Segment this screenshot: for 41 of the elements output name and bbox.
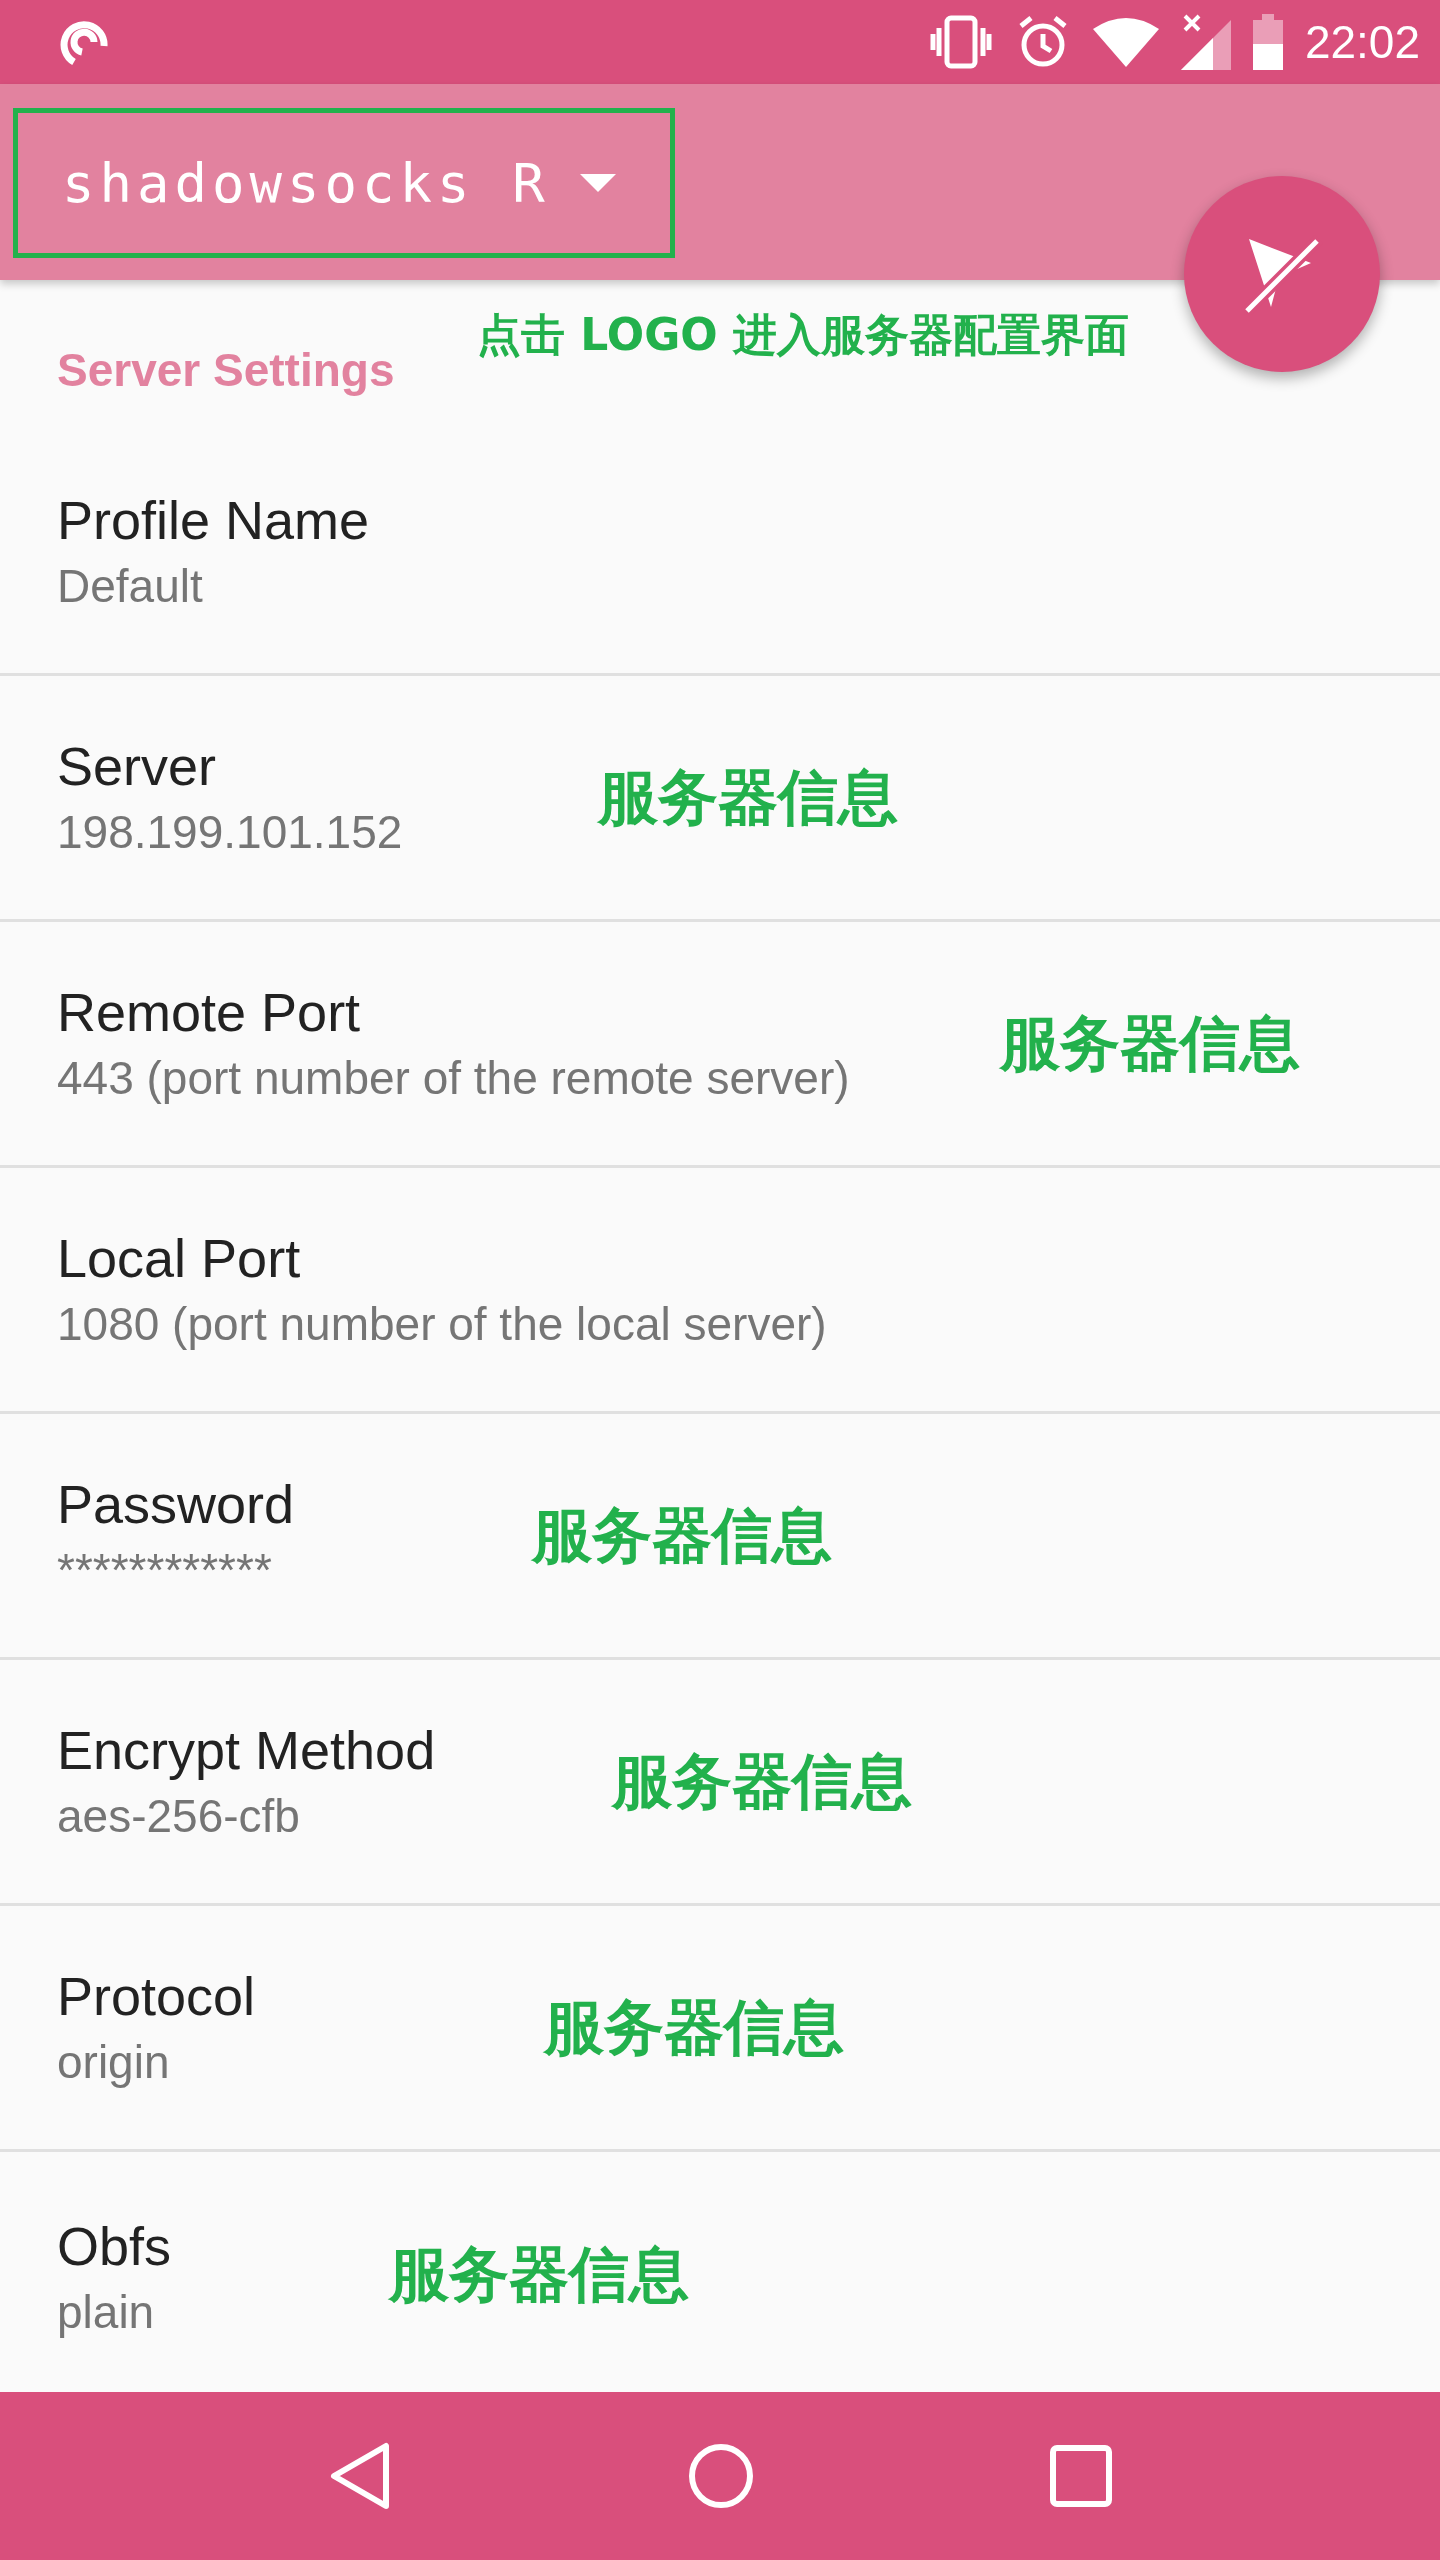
annotation-text: 服务器信息 xyxy=(532,1498,832,1571)
recents-button[interactable] xyxy=(1050,2445,1113,2507)
setting-value: Default xyxy=(57,558,203,614)
setting-title: Protocol xyxy=(57,1964,256,2028)
settings-row[interactable]: Remote Port 443 (port number of the remote server) 服务器信息 xyxy=(0,922,1440,1168)
annotation-text: 服务器信息 xyxy=(544,1990,844,2063)
setting-title: Remote Port xyxy=(57,980,361,1044)
setting-title: Encrypt Method xyxy=(57,1718,436,1782)
settings-row[interactable]: Server 198.199.101.152 服务器信息 xyxy=(0,676,1440,922)
dropdown-caret-icon xyxy=(579,174,616,192)
annotation-text: 服务器信息 xyxy=(612,1744,912,1817)
settings-row[interactable]: Encrypt Method aes-256-cfb 服务器信息 xyxy=(0,1660,1440,1906)
section-title: Server Settings xyxy=(57,343,395,397)
signal-icon xyxy=(1180,14,1231,70)
annotation-text: 点击 LOGO 进入服务器配置界面 xyxy=(477,308,1130,362)
annotation-text: 服务器信息 xyxy=(598,760,898,833)
settings-row[interactable]: Local Port 1080 (port number of the local server) xyxy=(0,1168,1440,1414)
clock-time: 22:02 xyxy=(1304,15,1420,69)
annotation-text: 服务器信息 xyxy=(1000,1006,1300,1079)
settings-row[interactable]: Password ************ 服务器信息 xyxy=(0,1414,1440,1660)
setting-value: 443 (port number of the remote server) xyxy=(57,1050,850,1106)
setting-title: Profile Name xyxy=(57,488,370,552)
setting-value: ************ xyxy=(57,1542,272,1598)
setting-title: Password xyxy=(57,1472,295,1536)
app-title: shadowsocks R xyxy=(62,151,550,215)
vibrate-icon xyxy=(928,14,993,70)
setting-value: plain xyxy=(57,2285,155,2340)
annotation-text: 服务器信息 xyxy=(389,2237,689,2311)
setting-value: 198.199.101.152 xyxy=(57,804,403,860)
battery-icon xyxy=(1252,14,1283,70)
setting-title: Local Port xyxy=(57,1226,301,1290)
setting-value: 1080 (port number of the local server) xyxy=(57,1296,827,1352)
settings-row[interactable]: Profile Name Default xyxy=(0,430,1440,676)
setting-title: Obfs xyxy=(57,2215,172,2278)
setting-value: aes-256-cfb xyxy=(57,1788,300,1844)
settings-row[interactable]: Obfs plain 服务器信息 xyxy=(0,2152,1440,2392)
setting-title: Server xyxy=(57,734,217,798)
home-button[interactable] xyxy=(687,2442,755,2510)
wifi-icon xyxy=(1092,17,1159,67)
setting-value: origin xyxy=(57,2034,170,2090)
settings-row[interactable]: Protocol origin 服务器信息 xyxy=(0,1906,1440,2152)
